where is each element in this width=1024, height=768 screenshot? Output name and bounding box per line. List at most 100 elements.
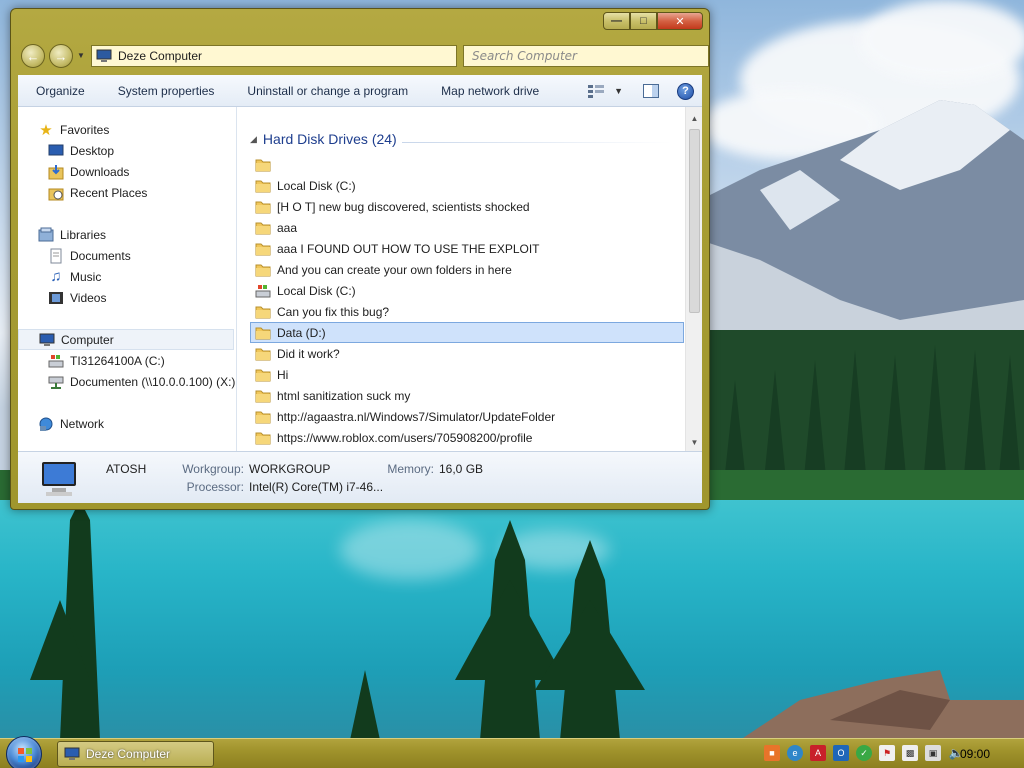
close-icon: ✕ bbox=[675, 15, 685, 28]
taskbar-explorer-button[interactable]: Deze Computer bbox=[57, 741, 214, 767]
vertical-scrollbar[interactable]: ▲ ▼ bbox=[685, 107, 702, 451]
help-icon[interactable]: ? bbox=[677, 82, 694, 100]
search-input[interactable]: Search Computer bbox=[463, 45, 709, 67]
folder-icon bbox=[255, 388, 271, 404]
file-list-item-label: Local Disk (C:) bbox=[277, 283, 356, 298]
videos-icon bbox=[48, 290, 64, 306]
file-list-item[interactable]: And you can create your own folders in h… bbox=[250, 259, 684, 280]
explorer-window[interactable]: — □ ✕ ← → ▼ Deze Computer Search Compute… bbox=[10, 8, 710, 510]
music-icon: ♫ bbox=[50, 268, 62, 285]
system-tray: ■ e A O ✓ ⚑ ▩ ▣ 🔈 bbox=[764, 745, 964, 761]
back-button[interactable]: ← bbox=[21, 44, 45, 68]
nav-favorites[interactable]: ★ Favorites bbox=[18, 119, 236, 140]
file-list-item[interactable] bbox=[250, 154, 684, 175]
app-tray-icon[interactable]: ■ bbox=[764, 745, 780, 761]
collapse-caret-icon[interactable]: ◢ bbox=[250, 134, 257, 145]
minimize-button[interactable]: — bbox=[603, 12, 630, 30]
command-bar: Organize System properties Uninstall or … bbox=[18, 75, 702, 107]
file-list-item[interactable]: Can you fix this bug? bbox=[250, 301, 684, 322]
file-list-item[interactable]: Did it work? bbox=[250, 343, 684, 364]
back-arrow-icon: ← bbox=[26, 48, 40, 64]
folder-icon bbox=[255, 241, 271, 257]
folder-icon bbox=[255, 220, 271, 236]
nav-documents[interactable]: Documents bbox=[18, 245, 236, 266]
file-list-item[interactable]: html sanitization suck my bbox=[250, 385, 684, 406]
network-drive-icon bbox=[48, 374, 64, 390]
map-network-drive-button[interactable]: Map network drive bbox=[423, 84, 554, 98]
scroll-thumb[interactable] bbox=[689, 129, 700, 313]
check-tray-icon[interactable]: ✓ bbox=[856, 745, 872, 761]
file-list-item[interactable]: aaa I FOUND OUT HOW TO USE THE EXPLOIT bbox=[250, 238, 684, 259]
window-controls: — □ ✕ bbox=[603, 12, 703, 30]
details-pane: ATOSH Workgroup: WORKGROUP Memory: 16,0 … bbox=[18, 451, 702, 503]
outlook-tray-icon[interactable]: O bbox=[833, 745, 849, 761]
taskbar: Deze Computer ■ e A O ✓ ⚑ ▩ ▣ 🔈 09:00 bbox=[0, 736, 1024, 768]
file-list-item-label: [H O T] new bug discovered, scientists s… bbox=[277, 199, 530, 214]
computer-icon bbox=[64, 746, 80, 762]
navigation-pane: ★ Favorites Desktop Downloads Recent Pla… bbox=[18, 107, 237, 451]
file-list-item-label: aaa bbox=[277, 220, 298, 235]
nav-drive-c[interactable]: TI31264100A (C:) bbox=[18, 350, 236, 371]
recent-places-icon bbox=[48, 185, 64, 201]
clipboard-tray-icon[interactable]: ▩ bbox=[902, 745, 918, 761]
address-bar[interactable]: Deze Computer bbox=[91, 45, 457, 67]
nav-computer[interactable]: Computer bbox=[18, 329, 234, 350]
file-list-item[interactable]: https://www.roblox.com/users/705908200/p… bbox=[250, 427, 684, 448]
uninstall-program-button[interactable]: Uninstall or change a program bbox=[229, 84, 423, 98]
file-list-item-label: html sanitization suck my bbox=[277, 388, 411, 403]
network-tray-icon[interactable]: ▣ bbox=[925, 745, 941, 761]
desktop-icon bbox=[48, 143, 64, 159]
file-list-item-label: Hi bbox=[277, 367, 289, 382]
file-list-item[interactable]: Data (D:) bbox=[250, 322, 684, 343]
start-button[interactable] bbox=[6, 736, 42, 768]
computer-icon bbox=[36, 460, 82, 501]
clock[interactable]: 09:00 bbox=[960, 747, 990, 761]
address-text: Deze Computer bbox=[118, 49, 203, 63]
nav-network[interactable]: Network bbox=[18, 413, 236, 434]
folder-icon bbox=[255, 325, 271, 341]
folder-icon bbox=[255, 199, 271, 215]
folder-icon bbox=[255, 304, 271, 320]
nav-recent-places[interactable]: Recent Places bbox=[18, 182, 236, 203]
file-list-item-label: And you can create your own folders in h… bbox=[277, 262, 512, 277]
preview-pane-icon[interactable] bbox=[643, 84, 659, 98]
system-drive-icon bbox=[48, 353, 64, 369]
nav-downloads[interactable]: Downloads bbox=[18, 161, 236, 182]
nav-music[interactable]: ♫ Music bbox=[18, 266, 236, 287]
system-properties-button[interactable]: System properties bbox=[100, 84, 230, 98]
scroll-down-icon[interactable]: ▼ bbox=[686, 435, 702, 449]
ie-tray-icon[interactable]: e bbox=[787, 745, 803, 761]
close-button[interactable]: ✕ bbox=[657, 12, 703, 30]
forward-arrow-icon: → bbox=[54, 48, 68, 64]
documents-icon bbox=[48, 248, 64, 264]
nav-desktop[interactable]: Desktop bbox=[18, 140, 236, 161]
maximize-button[interactable]: □ bbox=[630, 12, 657, 30]
file-list-item[interactable]: http://agaastra.nl/Windows7/Simulator/Up… bbox=[250, 406, 684, 427]
scroll-up-icon[interactable]: ▲ bbox=[686, 111, 702, 125]
nav-libraries[interactable]: Libraries bbox=[18, 224, 236, 245]
pdf-tray-icon[interactable]: A bbox=[810, 745, 826, 761]
flag-tray-icon[interactable]: ⚑ bbox=[879, 745, 895, 761]
recent-pages-dropdown-icon[interactable]: ▼ bbox=[77, 51, 85, 60]
forward-button[interactable]: → bbox=[49, 44, 73, 68]
file-list-item-label: http://agaastra.nl/Windows7/Simulator/Up… bbox=[277, 409, 556, 424]
libraries-icon bbox=[38, 227, 54, 243]
folder-icon bbox=[255, 262, 271, 278]
nav-network-drive-x[interactable]: Documenten (\\10.0.0.100) (X:) bbox=[18, 371, 236, 392]
folder-icon bbox=[255, 430, 271, 446]
computer-icon bbox=[39, 332, 55, 348]
system-drive-icon bbox=[255, 283, 271, 299]
hard-disk-drives-header[interactable]: ◢ Hard Disk Drives (24) bbox=[250, 131, 397, 147]
view-dropdown-icon[interactable]: ▼ bbox=[614, 86, 623, 96]
processor-value: Intel(R) Core(TM) i7-46... bbox=[249, 480, 384, 494]
file-list-item[interactable]: Local Disk (C:) bbox=[250, 175, 684, 196]
file-list-item[interactable]: Local Disk (C:) bbox=[250, 280, 684, 301]
folder-icon bbox=[255, 157, 271, 173]
change-view-icon[interactable] bbox=[588, 84, 605, 98]
file-list-item[interactable]: aaa bbox=[250, 217, 684, 238]
network-icon bbox=[38, 416, 54, 432]
nav-videos[interactable]: Videos bbox=[18, 287, 236, 308]
file-list-item[interactable]: Hi bbox=[250, 364, 684, 385]
organize-button[interactable]: Organize bbox=[18, 84, 100, 98]
file-list-item[interactable]: [H O T] new bug discovered, scientists s… bbox=[250, 196, 684, 217]
